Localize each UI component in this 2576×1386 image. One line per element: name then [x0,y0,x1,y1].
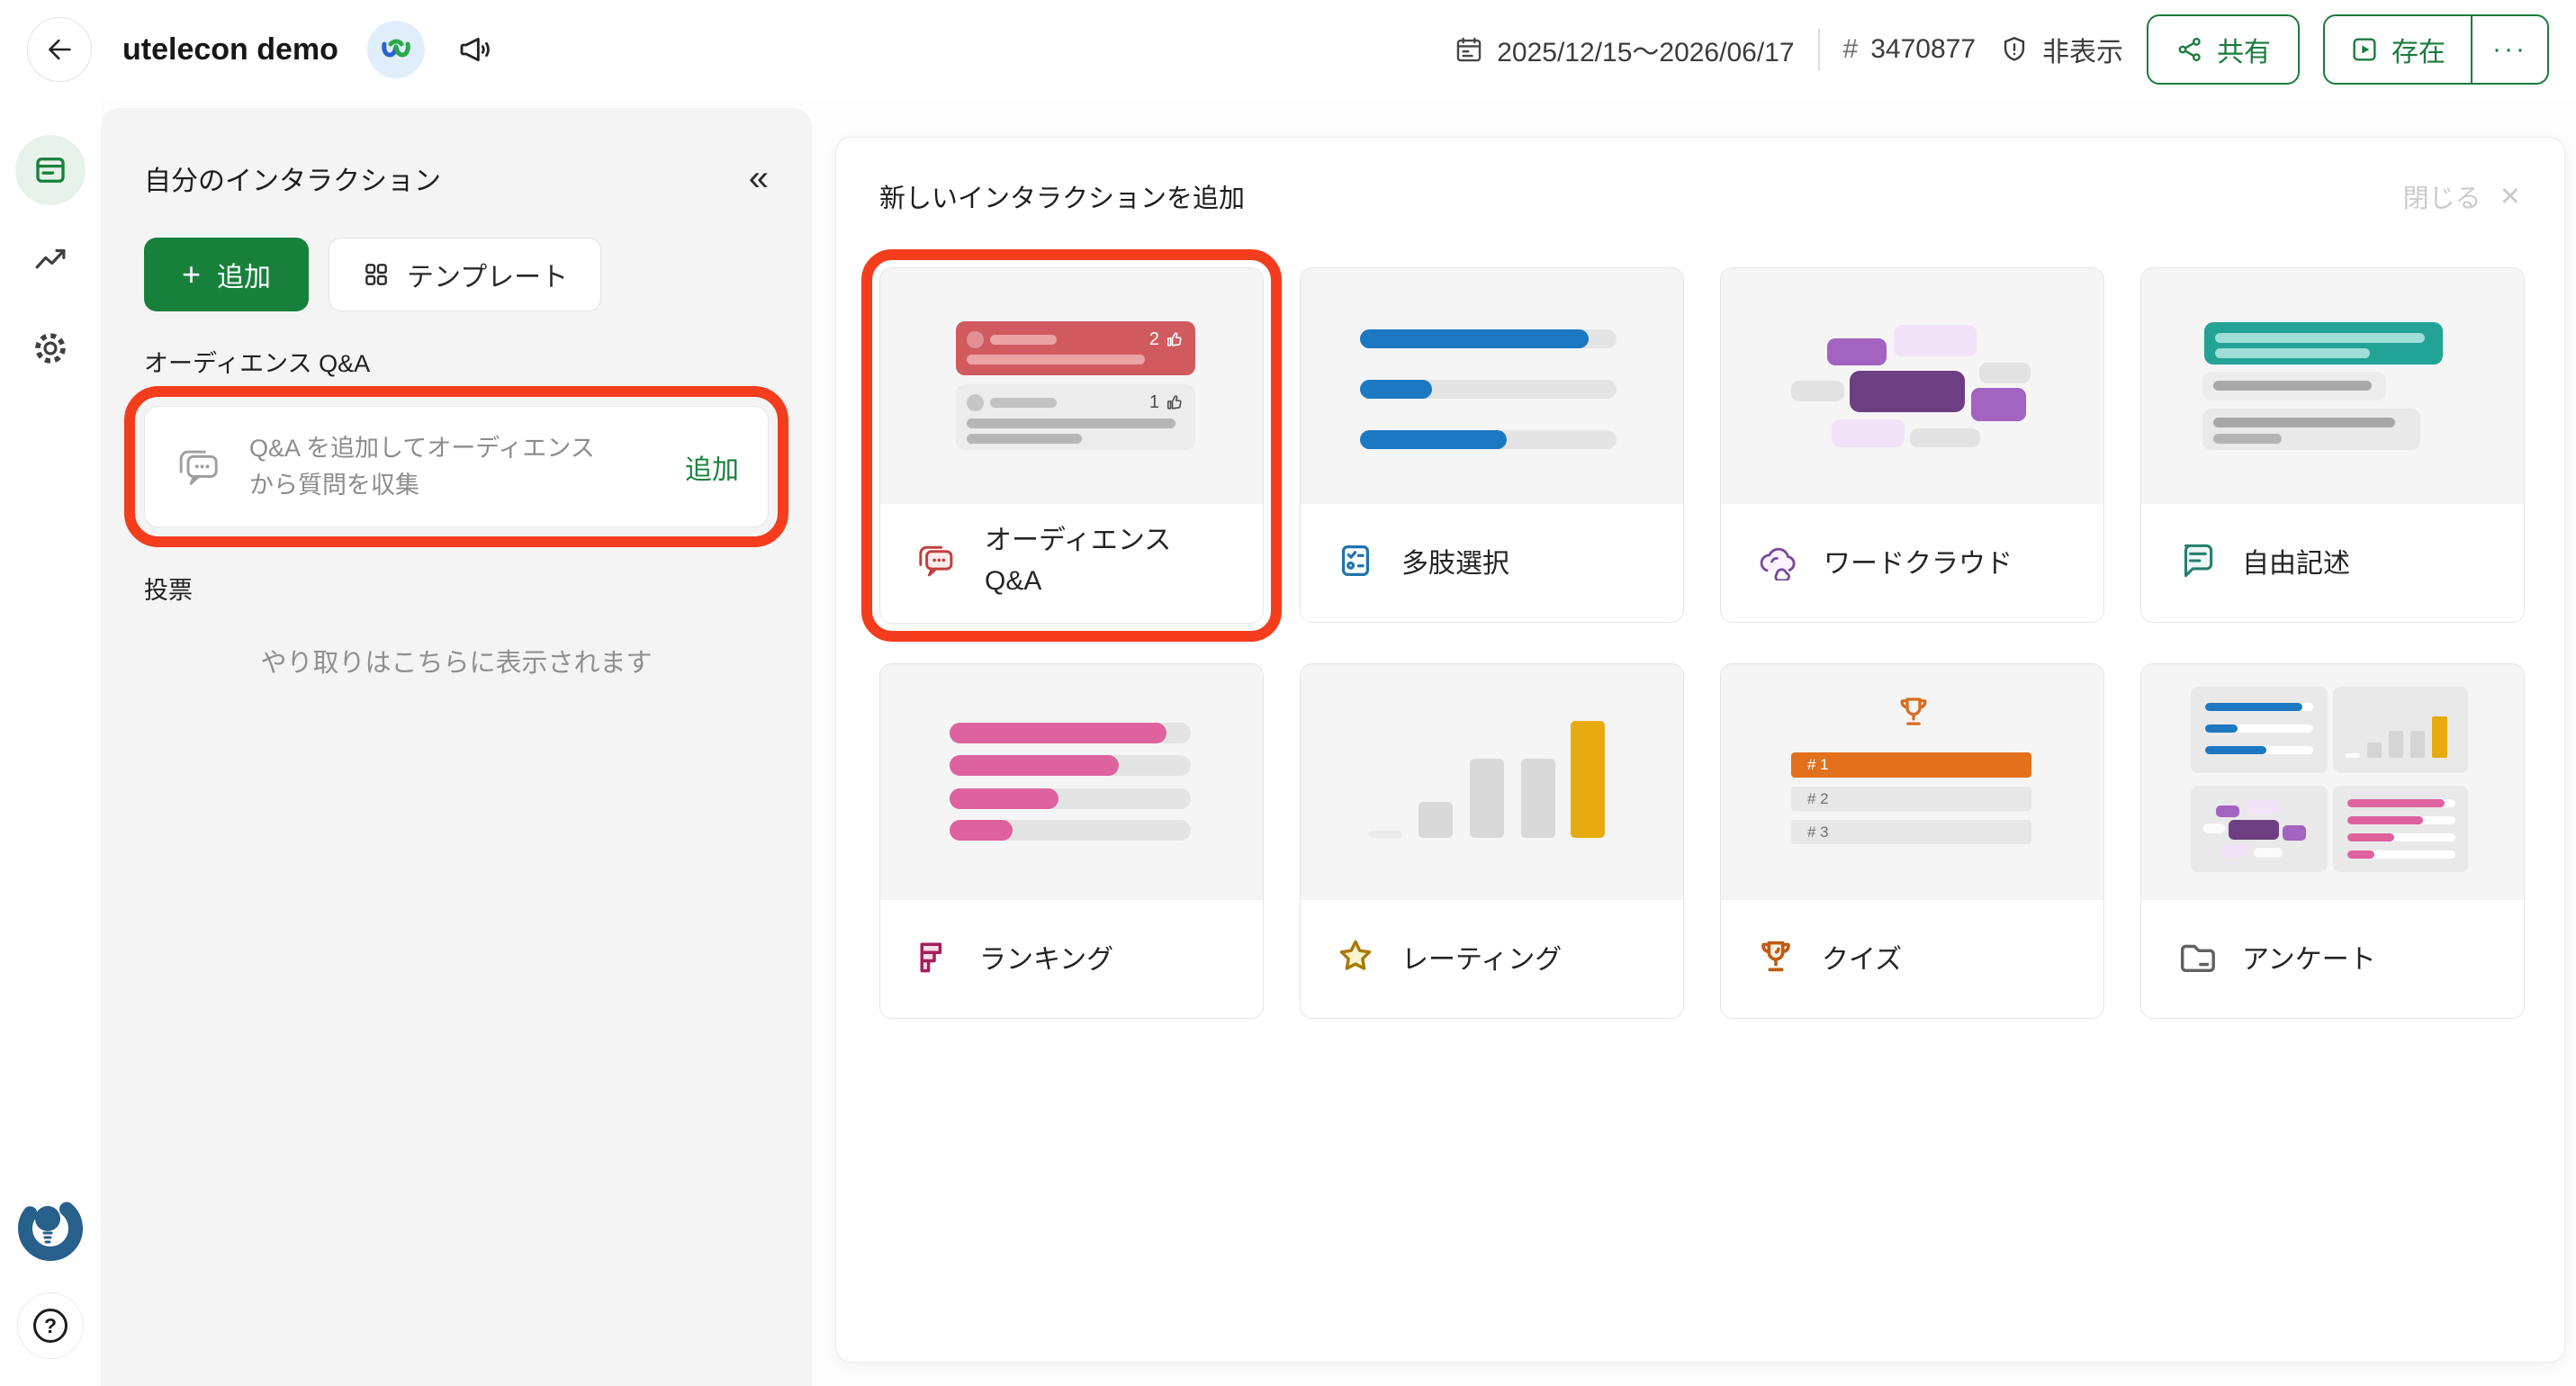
card-audience-qa[interactable]: 2 1 [879,267,1264,624]
card-rating[interactable]: レーティング [1300,663,1684,1019]
polls-section-label: 投票 [144,571,769,606]
top-bar: utelecon demo 2025/12/15～2026/06/17 # 34… [0,0,2576,99]
share-button[interactable]: 共有 [2147,14,2300,85]
text-bubble-icon [2175,540,2217,581]
slido-logo [12,1190,89,1267]
qa-illustration: 2 1 [880,268,1263,504]
qa-empty-card[interactable]: Q&A を追加してオーディエンスから質問を収集 追加 [144,406,769,527]
cloud-icon [1755,541,1798,580]
card-label: 多肢選択 [1401,541,1509,580]
question-icon: ? [33,1309,68,1343]
interaction-type-grid: 2 1 [879,267,2521,1019]
ranking-steps-icon [914,937,954,976]
close-dialog-button[interactable]: 閉じる ✕ [2403,177,2521,215]
trophy-icon [1755,936,1797,977]
help-button[interactable]: ? [17,1292,84,1359]
panel-title: 自分のインタラクション [144,158,441,198]
present-split-button: 存在 ··· [2323,14,2549,85]
rank-row: # 1 [1791,752,2031,778]
page-title: utelecon demo [122,32,338,68]
qa-add-link[interactable]: 追加 [685,447,739,487]
card-label: レーティング [1401,937,1562,976]
card-label: ワードクラウド [1824,541,2013,580]
date-range[interactable]: 2025/12/15～2026/06/17 [1454,30,1794,69]
star-icon [1335,936,1376,977]
interactions-panel-icon [32,151,69,189]
card-survey[interactable]: アンケート [2140,663,2525,1019]
card-ranking[interactable]: ランキング [879,663,1264,1019]
nav-rail: ? [0,99,101,1386]
plus-icon: + [182,258,201,291]
dialog-title: 新しいインタラクションを追加 [879,177,1245,215]
ranking-illustration [880,664,1263,900]
chat-bubbles-icon [174,444,226,490]
gear-icon [32,329,69,367]
quiz-illustration: # 1 # 2 # 3 [1721,664,2103,900]
back-button[interactable] [27,17,92,82]
templates-button[interactable]: テンプレート [329,238,601,311]
qa-empty-text: Q&A を追加してオーディエンスから質問を収集 [249,430,609,503]
opentext-illustration [2141,268,2524,504]
present-button[interactable]: 存在 [2325,16,2471,83]
trend-up-icon [32,241,69,279]
close-icon: ✕ [2499,181,2521,212]
card-multiple-choice[interactable]: 多肢選択 [1300,267,1684,623]
calendar-icon [1454,34,1484,65]
choice-illustration [1301,268,1683,504]
thumbs-up-icon [1166,331,1183,348]
survey-illustration [2141,664,2524,900]
rail-item-interactions[interactable] [15,135,86,205]
rail-item-settings[interactable] [32,329,69,367]
rail-item-analytics[interactable] [32,241,69,279]
card-label: ランキング [979,937,1113,976]
more-menu-button[interactable]: ··· [2471,16,2547,83]
interactions-panel: 自分のインタラクション « + 追加 テンプレート オーディエンス Q&A Q [101,108,812,1386]
arrow-left-icon [44,34,75,65]
ellipsis-icon: ··· [2492,34,2527,65]
webex-logo-icon [367,21,425,78]
share-icon [2175,35,2204,64]
card-label: 自由記述 [2242,541,2350,580]
card-quiz[interactable]: # 1 # 2 # 3 クイズ [1720,663,2104,1019]
card-open-text[interactable]: 自由記述 [2140,267,2525,623]
polls-empty-text: やり取りはこちらに表示されます [144,642,769,680]
add-interaction-button[interactable]: + 追加 [144,238,309,311]
shield-alert-icon [1999,34,2030,65]
wordcloud-illustration [1721,268,2103,504]
trophy-icon [1895,693,1932,731]
likes-count: 2 [1149,329,1159,350]
folder-icon [2175,936,2217,977]
qa-section-label: オーディエンス Q&A [144,344,769,379]
hash-icon: # [1843,34,1859,65]
rank-row: # 3 [1791,820,2031,844]
card-label: オーディエンス Q&A [985,520,1210,601]
qa-bubbles-icon [914,540,959,581]
card-label: クイズ [1822,937,1902,976]
add-interaction-dialog: 新しいインタラクションを追加 閉じる ✕ 2 [835,137,2565,1363]
card-word-cloud[interactable]: ワードクラウド [1720,267,2104,623]
template-grid-icon [362,260,391,289]
rating-illustration [1301,664,1683,900]
card-label: アンケート [2242,937,2376,976]
announcement-icon[interactable] [457,32,493,68]
divider [1818,29,1820,70]
rank-row: # 2 [1791,787,2031,811]
likes-count: 1 [1149,392,1159,413]
collapse-panel-button[interactable]: « [749,160,769,196]
present-play-icon [2350,35,2379,64]
privacy-status[interactable]: 非表示 [1999,30,2123,69]
thumbs-up-icon [1166,394,1183,411]
checklist-icon [1335,540,1376,581]
event-code[interactable]: # 3470877 [1843,34,1976,65]
